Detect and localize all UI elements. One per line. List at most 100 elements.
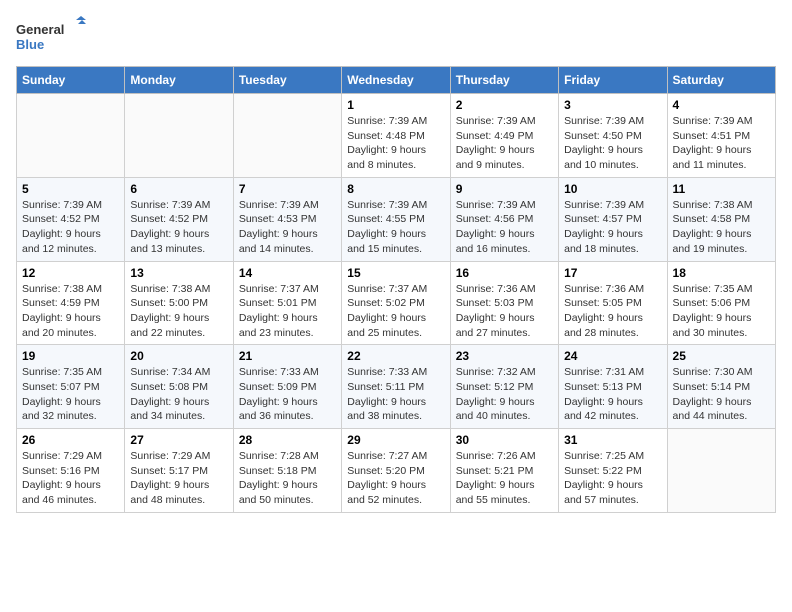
sunrise-text: Sunrise: 7:29 AM bbox=[22, 449, 119, 464]
calendar-cell: 22 Sunrise: 7:33 AMSunset: 5:11 PMDayligh… bbox=[342, 345, 450, 429]
daylight-text: Daylight: 9 hours and 19 minutes. bbox=[673, 227, 770, 256]
calendar-cell: 25Sunrise: 7:30 AMSunset: 5:14 PMDayligh… bbox=[667, 345, 775, 429]
sunrise-text: Sunrise: 7:39 AM bbox=[564, 198, 661, 213]
calendar-cell bbox=[667, 429, 775, 513]
sunrise-text: Sunrise: 7:38 AM bbox=[673, 198, 770, 213]
day-info: Sunrise: 7:38 AMSunset: 5:00 PMDaylight:… bbox=[130, 282, 227, 341]
day-header-sunday: Sunday bbox=[17, 67, 125, 94]
sunset-text: Sunset: 4:53 PM bbox=[239, 212, 336, 227]
day-info: Sunrise: 7:34 AMSunset: 5:08 PMDaylight:… bbox=[130, 365, 227, 424]
sunrise-text: Sunrise: 7:29 AM bbox=[130, 449, 227, 464]
logo: General Blue bbox=[16, 16, 86, 56]
days-header-row: SundayMondayTuesdayWednesdayThursdayFrid… bbox=[17, 67, 776, 94]
sunset-text: Sunset: 5:00 PM bbox=[130, 296, 227, 311]
day-header-wednesday: Wednesday bbox=[342, 67, 450, 94]
calendar-cell: 20 Sunrise: 7:34 AMSunset: 5:08 PMDayligh… bbox=[125, 345, 233, 429]
day-number: 23 bbox=[456, 349, 553, 363]
sunrise-text: Sunrise: 7:36 AM bbox=[456, 282, 553, 297]
sunrise-text: Sunrise: 7:35 AM bbox=[673, 282, 770, 297]
day-info: Sunrise: 7:27 AMSunset: 5:20 PMDaylight:… bbox=[347, 449, 444, 508]
calendar-cell: 8Sunrise: 7:39 AMSunset: 4:55 PMDaylight… bbox=[342, 177, 450, 261]
day-info: Sunrise: 7:39 AMSunset: 4:50 PMDaylight:… bbox=[564, 114, 661, 173]
day-info: Sunrise: 7:33 AMSunset: 5:11 PMDaylight:… bbox=[347, 365, 444, 424]
daylight-text: Daylight: 9 hours and 8 minutes. bbox=[347, 143, 444, 172]
day-info: Sunrise: 7:29 AMSunset: 5:17 PMDaylight:… bbox=[130, 449, 227, 508]
day-header-friday: Friday bbox=[559, 67, 667, 94]
day-number: 22 bbox=[347, 349, 444, 363]
sunset-text: Sunset: 4:52 PM bbox=[130, 212, 227, 227]
sunrise-text: Sunrise: 7:37 AM bbox=[347, 282, 444, 297]
calendar-cell bbox=[125, 94, 233, 178]
week-row-4: 19Sunrise: 7:35 AMSunset: 5:07 PMDayligh… bbox=[17, 345, 776, 429]
daylight-text: Daylight: 9 hours and 50 minutes. bbox=[239, 478, 336, 507]
day-info: Sunrise: 7:29 AMSunset: 5:16 PMDaylight:… bbox=[22, 449, 119, 508]
sunrise-text: Sunrise: 7:30 AM bbox=[673, 365, 770, 380]
sunrise-text: Sunrise: 7:26 AM bbox=[456, 449, 553, 464]
week-row-3: 12Sunrise: 7:38 AMSunset: 4:59 PMDayligh… bbox=[17, 261, 776, 345]
calendar-cell: 23 Sunrise: 7:32 AMSunset: 5:12 PMDayligh… bbox=[450, 345, 558, 429]
daylight-text: Daylight: 9 hours and 48 minutes. bbox=[130, 478, 227, 507]
calendar-cell bbox=[17, 94, 125, 178]
day-info: Sunrise: 7:39 AMSunset: 4:56 PMDaylight:… bbox=[456, 198, 553, 257]
sunset-text: Sunset: 4:51 PM bbox=[673, 129, 770, 144]
day-number: 27 bbox=[130, 433, 227, 447]
sunset-text: Sunset: 5:06 PM bbox=[673, 296, 770, 311]
day-number: 21 bbox=[239, 349, 336, 363]
sunset-text: Sunset: 4:50 PM bbox=[564, 129, 661, 144]
daylight-text: Daylight: 9 hours and 38 minutes. bbox=[347, 395, 444, 424]
day-number: 9 bbox=[456, 182, 553, 196]
calendar-cell: 5Sunrise: 7:39 AMSunset: 4:52 PMDaylight… bbox=[17, 177, 125, 261]
daylight-text: Daylight: 9 hours and 36 minutes. bbox=[239, 395, 336, 424]
day-info: Sunrise: 7:38 AMSunset: 4:58 PMDaylight:… bbox=[673, 198, 770, 257]
calendar-cell: 21Sunrise: 7:33 AMSunset: 5:09 PMDayligh… bbox=[233, 345, 341, 429]
sunset-text: Sunset: 5:22 PM bbox=[564, 464, 661, 479]
sunset-text: Sunset: 5:16 PM bbox=[22, 464, 119, 479]
day-number: 11 bbox=[673, 182, 770, 196]
day-header-saturday: Saturday bbox=[667, 67, 775, 94]
daylight-text: Daylight: 9 hours and 10 minutes. bbox=[564, 143, 661, 172]
day-info: Sunrise: 7:39 AMSunset: 4:57 PMDaylight:… bbox=[564, 198, 661, 257]
day-number: 24 bbox=[564, 349, 661, 363]
sunrise-text: Sunrise: 7:39 AM bbox=[456, 114, 553, 129]
day-number: 6 bbox=[130, 182, 227, 196]
calendar-cell: 4Sunrise: 7:39 AMSunset: 4:51 PMDaylight… bbox=[667, 94, 775, 178]
day-header-monday: Monday bbox=[125, 67, 233, 94]
daylight-text: Daylight: 9 hours and 25 minutes. bbox=[347, 311, 444, 340]
day-number: 29 bbox=[347, 433, 444, 447]
daylight-text: Daylight: 9 hours and 40 minutes. bbox=[456, 395, 553, 424]
sunset-text: Sunset: 4:57 PM bbox=[564, 212, 661, 227]
daylight-text: Daylight: 9 hours and 11 minutes. bbox=[673, 143, 770, 172]
day-info: Sunrise: 7:39 AMSunset: 4:48 PMDaylight:… bbox=[347, 114, 444, 173]
day-number: 16 bbox=[456, 266, 553, 280]
daylight-text: Daylight: 9 hours and 32 minutes. bbox=[22, 395, 119, 424]
sunrise-text: Sunrise: 7:25 AM bbox=[564, 449, 661, 464]
sunset-text: Sunset: 5:11 PM bbox=[347, 380, 444, 395]
sunset-text: Sunset: 5:12 PM bbox=[456, 380, 553, 395]
calendar-cell: 15Sunrise: 7:37 AMSunset: 5:02 PMDayligh… bbox=[342, 261, 450, 345]
svg-text:Blue: Blue bbox=[16, 37, 44, 52]
calendar-cell: 3Sunrise: 7:39 AMSunset: 4:50 PMDaylight… bbox=[559, 94, 667, 178]
sunset-text: Sunset: 4:48 PM bbox=[347, 129, 444, 144]
sunrise-text: Sunrise: 7:38 AM bbox=[22, 282, 119, 297]
week-row-2: 5Sunrise: 7:39 AMSunset: 4:52 PMDaylight… bbox=[17, 177, 776, 261]
calendar-cell: 30Sunrise: 7:26 AMSunset: 5:21 PMDayligh… bbox=[450, 429, 558, 513]
calendar-cell: 9 Sunrise: 7:39 AMSunset: 4:56 PMDaylight… bbox=[450, 177, 558, 261]
sunrise-text: Sunrise: 7:39 AM bbox=[564, 114, 661, 129]
daylight-text: Daylight: 9 hours and 28 minutes. bbox=[564, 311, 661, 340]
sunset-text: Sunset: 5:17 PM bbox=[130, 464, 227, 479]
day-number: 26 bbox=[22, 433, 119, 447]
sunset-text: Sunset: 4:59 PM bbox=[22, 296, 119, 311]
day-header-tuesday: Tuesday bbox=[233, 67, 341, 94]
sunrise-text: Sunrise: 7:34 AM bbox=[130, 365, 227, 380]
day-info: Sunrise: 7:39 AMSunset: 4:51 PMDaylight:… bbox=[673, 114, 770, 173]
calendar-cell: 24Sunrise: 7:31 AMSunset: 5:13 PMDayligh… bbox=[559, 345, 667, 429]
day-info: Sunrise: 7:35 AMSunset: 5:06 PMDaylight:… bbox=[673, 282, 770, 341]
day-number: 20 bbox=[130, 349, 227, 363]
calendar-cell: 6Sunrise: 7:39 AMSunset: 4:52 PMDaylight… bbox=[125, 177, 233, 261]
calendar-cell: 7Sunrise: 7:39 AMSunset: 4:53 PMDaylight… bbox=[233, 177, 341, 261]
sunrise-text: Sunrise: 7:32 AM bbox=[456, 365, 553, 380]
sunset-text: Sunset: 5:07 PM bbox=[22, 380, 119, 395]
sunrise-text: Sunrise: 7:39 AM bbox=[673, 114, 770, 129]
day-number: 28 bbox=[239, 433, 336, 447]
calendar-cell: 16Sunrise: 7:36 AMSunset: 5:03 PMDayligh… bbox=[450, 261, 558, 345]
